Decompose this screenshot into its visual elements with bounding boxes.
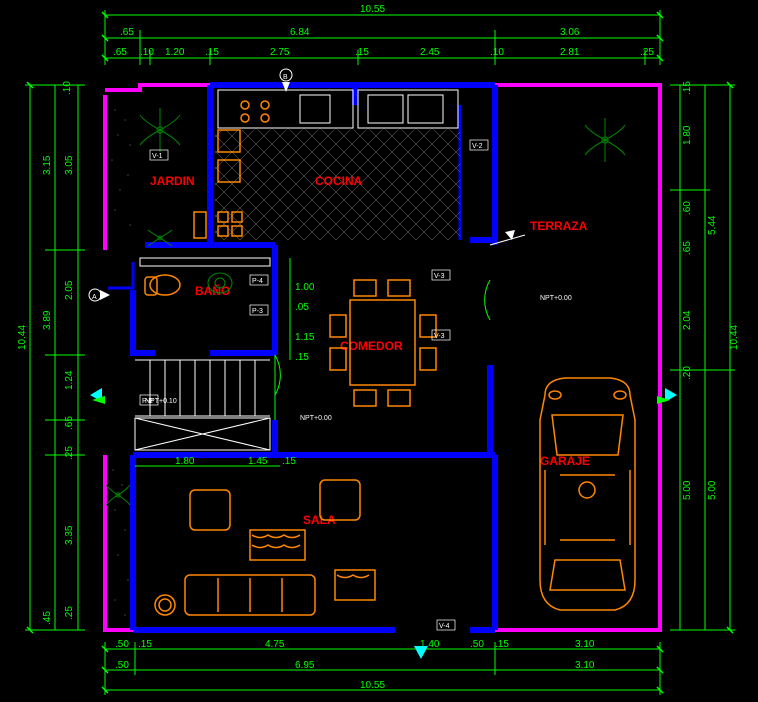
tag-p2: P-2 [142, 398, 153, 405]
dim-i6: 1.15 [295, 332, 315, 343]
dim-l1: .10 [62, 81, 73, 95]
dim-bottom-overall: 10.55 [360, 680, 385, 691]
dim-l2: 3.15 [42, 155, 53, 175]
tag-v3: V-3 [434, 273, 445, 280]
dim-l4: 2.05 [64, 280, 75, 300]
dim-bb1: .50 [115, 660, 129, 671]
dim-r3: .60 [682, 201, 693, 215]
label-cocina: COCINA [315, 174, 363, 188]
tag-p4: P-4 [252, 278, 263, 285]
dim-top-sub4: .15 [205, 47, 219, 58]
tag-v4: V-4 [439, 623, 450, 630]
dim-bb3: 3.10 [575, 660, 595, 671]
kitchen-fixtures [218, 90, 458, 128]
dim-top-overall: 10.55 [360, 4, 385, 15]
tag-v1: V-1 [152, 153, 163, 160]
top-dimensions: 10.55 .65 6.84 3.06 .65 .10 1.20 .15 2.7… [105, 4, 660, 65]
left-dimensions: 10.44 .10 3.15 3.05 2.05 3.89 1.24 .65 .… [17, 81, 85, 630]
dim-b5: .50 [470, 639, 484, 650]
dim-right-overall: 10.44 [729, 325, 740, 350]
dim-l6: 1.24 [64, 370, 75, 390]
dim-b6: .15 [495, 639, 509, 650]
dim-l3: 3.05 [64, 155, 75, 175]
dim-left-overall: 10.44 [17, 325, 28, 350]
dim-r9: 5.00 [707, 480, 718, 500]
right-dimensions: 10.44 .15 1.80 .60 5.44 .65 2.04 .20 5.0… [670, 81, 740, 630]
dim-r6: 2.04 [682, 310, 693, 330]
marker-npt1: NPT+0.00 [540, 295, 572, 302]
dim-b7: 3.10 [575, 639, 595, 650]
dim-top-sub5: 2.75 [270, 47, 290, 58]
arrows [92, 396, 670, 404]
dim-b2: .15 [138, 639, 152, 650]
dim-l7: .65 [64, 416, 75, 430]
dim-l9: 3.35 [64, 525, 75, 545]
dim-top-seg3: 3.06 [560, 27, 580, 38]
dim-b1: .50 [115, 639, 129, 650]
tag-p3: P-3 [252, 308, 263, 315]
tag-v2: V-2 [472, 143, 483, 150]
car-icon [540, 378, 635, 610]
dim-b3: 4.75 [265, 639, 285, 650]
dim-i5: .05 [295, 302, 309, 313]
dim-l8: .25 [64, 446, 75, 460]
dim-top-sub10: .25 [640, 47, 654, 58]
floor-plan-drawing: 10.55 .65 6.84 3.06 .65 .10 1.20 .15 2.7… [0, 0, 758, 702]
dim-top-sub6: .15 [355, 47, 369, 58]
dim-l11: .45 [42, 611, 53, 625]
dim-r1: .15 [682, 81, 693, 95]
living-furniture [155, 480, 375, 615]
dim-top-sub8: .10 [490, 47, 504, 58]
marker-a-left: A [92, 294, 97, 301]
marker-b-top: B [283, 74, 288, 81]
dim-i2: 1.45 [248, 456, 268, 467]
bottom-dimensions: .50 .15 4.75 1.40 .50 .15 3.10 .50 6.95 … [105, 639, 660, 695]
dim-r5: .65 [682, 241, 693, 255]
dim-r8: 5.00 [682, 480, 693, 500]
dim-top-sub3: 1.20 [165, 47, 185, 58]
dim-top-sub7: 2.45 [420, 47, 440, 58]
dim-i3: .15 [282, 456, 296, 467]
dim-r4: 5.44 [707, 215, 718, 235]
tag-v3b: V-3 [434, 333, 445, 340]
dim-i7: .15 [295, 352, 309, 363]
marker-npt3: NPT+0.00 [300, 415, 332, 422]
dim-r7: .20 [682, 366, 693, 380]
dim-r2: 1.80 [682, 125, 693, 145]
dim-top-sub1: .65 [113, 47, 127, 58]
dim-i1: 1.80 [175, 456, 195, 467]
dim-top-seg1: .65 [120, 27, 134, 38]
dim-bb2: 6.95 [295, 660, 315, 671]
dim-top-seg2: 6.84 [290, 27, 310, 38]
dim-top-sub9: 2.81 [560, 47, 580, 58]
dim-i4: 1.00 [295, 282, 315, 293]
label-garaje: GARAJE [540, 454, 590, 468]
dim-l5: 3.89 [42, 310, 53, 330]
label-jardin: JARDIN [150, 174, 195, 188]
label-terraza: TERRAZA [530, 219, 588, 233]
dim-l10: .25 [64, 606, 75, 620]
dim-top-sub2: .10 [140, 47, 154, 58]
